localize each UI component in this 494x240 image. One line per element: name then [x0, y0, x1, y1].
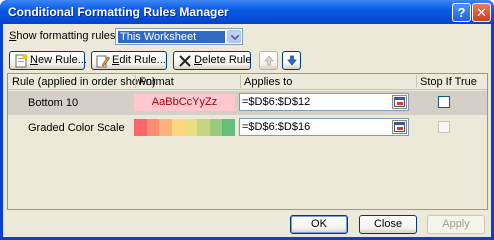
applies-to-value: =$D$6:$D$12 [242, 96, 311, 108]
edit-rule-button[interactable]: Edit Rule... [91, 51, 167, 70]
color-scale-swatch [197, 119, 210, 136]
show-rules-dropdown[interactable]: This Worksheet [115, 28, 243, 45]
rule-name: Bottom 10 [28, 97, 79, 109]
dialog-body: Show formatting rules for: This Workshee… [3, 24, 491, 237]
table-row[interactable]: Graded Color Scale =$D$6:$D$16 [8, 116, 487, 140]
column-header-format[interactable]: Format [139, 76, 174, 88]
new-rule-icon [15, 54, 28, 68]
arrow-down-icon [287, 55, 297, 66]
chevron-down-icon[interactable] [227, 30, 241, 43]
new-rule-button[interactable]: New Rule... [9, 51, 87, 70]
stop-if-true-checkbox[interactable] [438, 96, 450, 108]
edit-rule-icon [96, 55, 110, 68]
color-scale-swatch [134, 119, 147, 136]
rule-name: Graded Color Scale [28, 122, 125, 134]
close-button[interactable]: Close [359, 215, 417, 234]
color-scale-swatch [222, 119, 235, 136]
color-scale-swatch [171, 119, 185, 136]
color-scale-swatch [146, 119, 160, 136]
color-scale-preview [134, 119, 235, 136]
table-row[interactable]: Bottom 10 AaBbCcYyZz =$D$6:$D$12 [8, 91, 487, 115]
column-header-stop-if-true[interactable]: Stop If True [420, 76, 477, 88]
collapse-dialog-icon[interactable] [392, 120, 407, 134]
column-header-applies-to[interactable]: Applies to [244, 76, 292, 88]
delete-rule-button[interactable]: Delete Rule [173, 51, 252, 70]
dialog-title: Conditional Formatting Rules Manager [8, 5, 229, 19]
color-scale-swatch [159, 119, 172, 136]
rules-manager-dialog: Conditional Formatting Rules Manager ? ✕… [0, 0, 494, 240]
title-bar[interactable]: Conditional Formatting Rules Manager ? ✕ [0, 0, 494, 24]
rules-list: Rule (applied in order shown) Format App… [7, 73, 488, 210]
stop-if-true-checkbox [438, 121, 450, 133]
apply-button: Apply [427, 215, 485, 234]
arrow-up-icon [264, 55, 274, 66]
applies-to-field[interactable]: =$D$6:$D$12 [239, 93, 409, 111]
collapse-dialog-icon[interactable] [392, 95, 407, 109]
move-up-button[interactable] [259, 51, 278, 70]
delete-x-icon [179, 55, 191, 67]
applies-to-value: =$D$6:$D$16 [242, 121, 311, 133]
help-button[interactable]: ? [452, 3, 471, 22]
move-down-button[interactable] [282, 51, 301, 70]
format-preview: AaBbCcYyZz [134, 94, 235, 111]
color-scale-swatch [209, 119, 223, 136]
close-window-button[interactable]: ✕ [472, 3, 491, 22]
applies-to-field[interactable]: =$D$6:$D$16 [239, 118, 409, 136]
rules-list-header: Rule (applied in order shown) Format App… [8, 74, 487, 90]
color-scale-swatch [184, 119, 198, 136]
show-rules-selected-value: This Worksheet [118, 31, 225, 43]
ok-button[interactable]: OK [290, 215, 348, 234]
